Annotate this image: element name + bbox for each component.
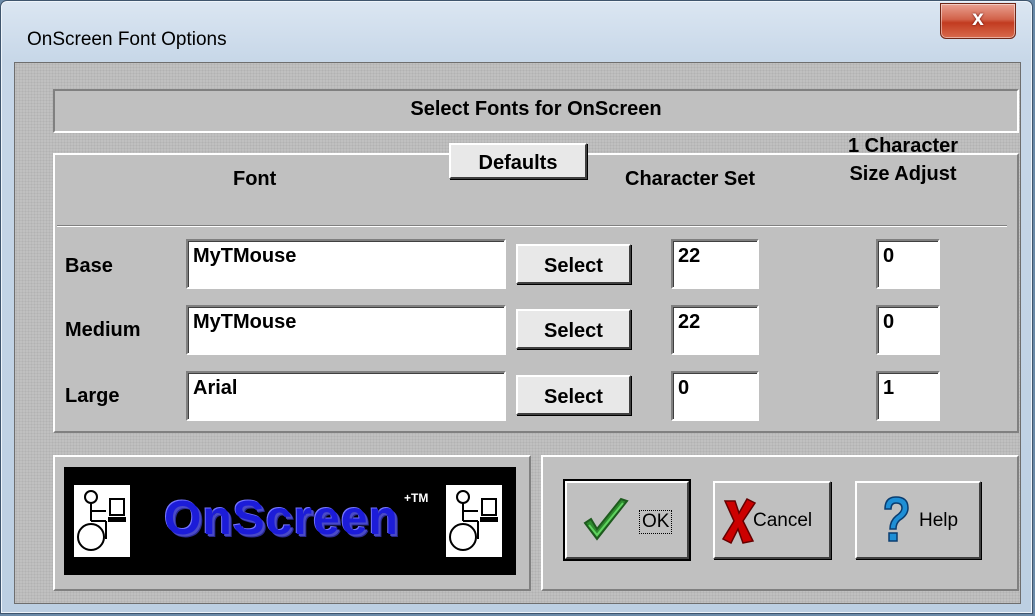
action-buttons-panel: OK Cancel Help bbox=[541, 455, 1019, 591]
row-label-medium: Medium bbox=[65, 319, 141, 341]
help-label: Help bbox=[919, 510, 959, 531]
header-title: Select Fonts for OnScreen bbox=[410, 98, 662, 120]
medium-select-button[interactable]: Select bbox=[516, 309, 631, 349]
defaults-button[interactable]: Defaults bbox=[449, 143, 587, 179]
logo-trademark: +TM bbox=[404, 491, 429, 505]
large-character-set-field[interactable]: 0 bbox=[671, 371, 759, 421]
base-size-adjust-field[interactable]: 0 bbox=[876, 239, 940, 289]
cancel-button[interactable]: Cancel bbox=[713, 481, 831, 559]
large-font-field[interactable]: Arial bbox=[186, 371, 506, 421]
column-header-size-adjust-line2: Size Adjust bbox=[849, 163, 957, 185]
logo-text: OnScreen bbox=[164, 492, 399, 545]
large-size-adjust-field[interactable]: 1 bbox=[876, 371, 940, 421]
column-header-size-adjust-line1: 1 Character bbox=[847, 135, 959, 157]
dialog-window: OnScreen Font Options x Select Fonts for… bbox=[0, 0, 1033, 614]
cancel-label: Cancel bbox=[753, 510, 813, 531]
wheelchair-user-icon bbox=[74, 485, 130, 557]
dialog-client-area: Select Fonts for OnScreen Font Defaults … bbox=[14, 62, 1021, 604]
close-icon: x bbox=[972, 7, 984, 30]
question-mark-icon bbox=[884, 496, 909, 542]
row-label-large: Large bbox=[65, 385, 120, 407]
red-x-icon bbox=[721, 498, 757, 545]
help-button[interactable]: Help bbox=[855, 481, 981, 559]
header-panel: Select Fonts for OnScreen bbox=[53, 89, 1019, 133]
base-font-field[interactable]: MyTMouse bbox=[186, 239, 506, 289]
title-bar[interactable]: OnScreen Font Options x bbox=[1, 1, 1032, 61]
logo-panel: OnScreen +TM bbox=[53, 455, 531, 591]
medium-character-set-field[interactable]: 22 bbox=[671, 305, 759, 355]
onscreen-logo: OnScreen +TM bbox=[64, 467, 516, 575]
column-header-font: Font bbox=[233, 168, 277, 190]
medium-size-adjust-field[interactable]: 0 bbox=[876, 305, 940, 355]
column-header-divider bbox=[57, 225, 1007, 227]
large-select-button[interactable]: Select bbox=[516, 375, 631, 415]
medium-font-field[interactable]: MyTMouse bbox=[186, 305, 506, 355]
base-select-button[interactable]: Select bbox=[516, 244, 631, 284]
close-button[interactable]: x bbox=[940, 3, 1016, 39]
wheelchair-user-icon bbox=[446, 485, 502, 557]
base-character-set-field[interactable]: 22 bbox=[671, 239, 759, 289]
checkmark-icon bbox=[583, 497, 629, 541]
column-header-character-set: Character Set bbox=[625, 168, 756, 190]
ok-button[interactable]: OK bbox=[563, 479, 691, 561]
ok-label: OK bbox=[639, 510, 673, 534]
window-title: OnScreen Font Options bbox=[27, 29, 227, 50]
row-label-base: Base bbox=[65, 255, 113, 277]
